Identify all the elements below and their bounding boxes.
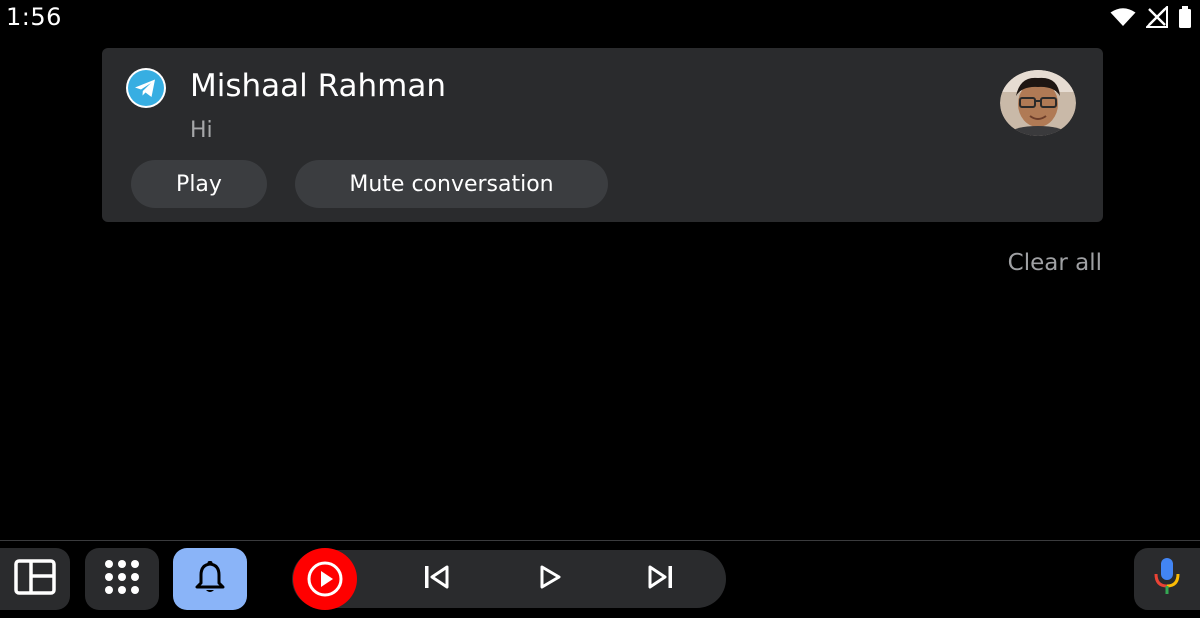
media-controls (292, 548, 726, 610)
clear-all-button[interactable]: Clear all (1008, 250, 1102, 276)
skip-previous-icon (423, 565, 451, 594)
screen: 1:56 Mishaal Rahman Hi Play Mute convers… (0, 0, 1200, 618)
notification-card[interactable]: Mishaal Rahman Hi Play Mute conversation (102, 48, 1103, 222)
mute-conversation-button[interactable]: Mute conversation (295, 160, 608, 208)
layout-icon (14, 558, 56, 600)
layout-button[interactable] (0, 548, 70, 610)
battery-icon (1178, 6, 1192, 28)
telegram-icon (124, 66, 168, 110)
notifications-button[interactable] (173, 548, 247, 610)
app-launcher-button[interactable] (85, 548, 159, 610)
voice-assistant-button[interactable] (1134, 548, 1200, 610)
skip-previous-button[interactable] (419, 562, 455, 596)
no-signal-icon (1146, 6, 1168, 28)
skip-next-icon (646, 565, 674, 594)
status-time: 1:56 (6, 3, 62, 31)
skip-next-button[interactable] (642, 562, 678, 596)
app-grid-icon (103, 558, 141, 601)
sender-name: Mishaal Rahman (190, 68, 446, 104)
microphone-icon (1151, 556, 1183, 603)
bell-icon (194, 560, 226, 599)
status-icons (1110, 6, 1192, 28)
wifi-icon (1110, 7, 1136, 27)
play-icon (537, 564, 563, 595)
message-text: Hi (190, 118, 213, 143)
play-pause-button[interactable] (532, 562, 568, 596)
status-bar: 1:56 (0, 0, 1200, 34)
youtube-music-icon[interactable] (293, 548, 357, 610)
play-button[interactable]: Play (131, 160, 267, 208)
contact-avatar (1000, 70, 1076, 136)
bottom-dock (0, 541, 1200, 618)
